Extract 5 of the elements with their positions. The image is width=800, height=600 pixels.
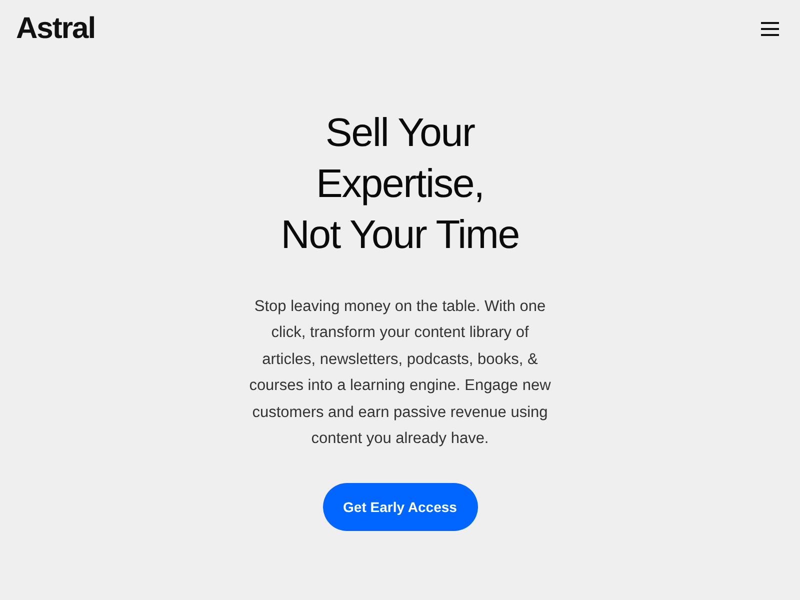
get-early-access-button[interactable]: Get Early Access xyxy=(322,483,478,532)
logo[interactable]: Astral xyxy=(16,12,96,46)
description: Stop leaving money on the table. With one click, transform your content library of articles, newsletters, podcasts, books, & courses into a learning engine. Engage new customers and earn passive revenue using content you already have. xyxy=(248,297,552,450)
menu-icon[interactable] xyxy=(761,22,779,36)
headline: Sell Your Expertise, Not Your Time xyxy=(280,110,520,259)
